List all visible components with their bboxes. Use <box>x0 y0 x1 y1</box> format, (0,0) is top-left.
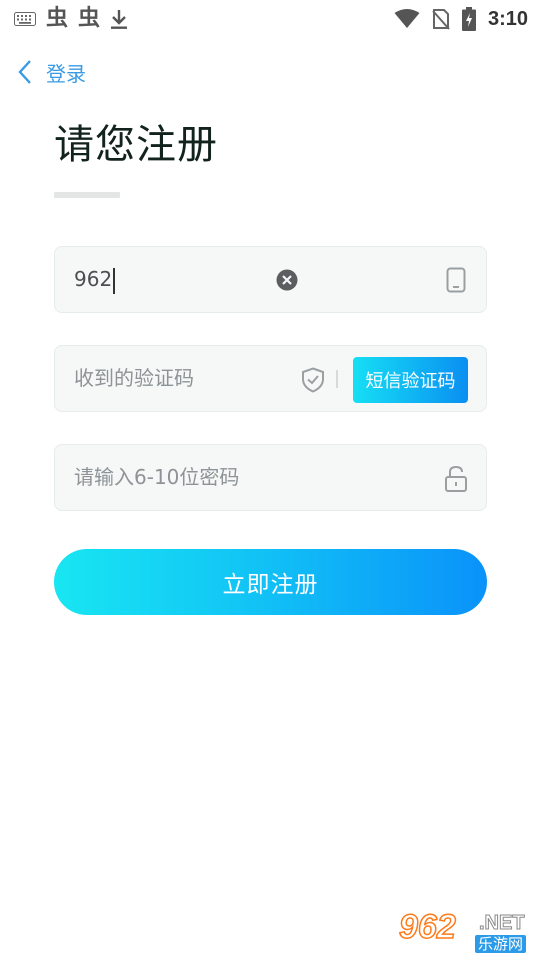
chevron-left-icon <box>18 59 32 85</box>
register-button[interactable]: 立即注册 <box>54 549 487 615</box>
keyboard-icon <box>14 12 36 26</box>
status-bar: 虫 虫 3:10 <box>0 0 540 38</box>
title-underline <box>54 192 120 198</box>
verification-code-field[interactable]: 收到的验证码 短信验证码 <box>54 345 487 412</box>
text-caret <box>113 267 116 294</box>
watermark-suffix: .NET <box>479 912 526 935</box>
wifi-icon <box>394 9 420 29</box>
no-sim-icon <box>432 8 450 30</box>
send-sms-code-button[interactable]: 短信验证码 <box>353 357 468 403</box>
download-icon <box>110 8 128 30</box>
app-notification-icon: 虫 <box>78 6 101 31</box>
page-title: 请您注册 <box>54 122 218 168</box>
password-field[interactable]: 请输入6-10位密码 <box>54 444 487 511</box>
status-time: 3:10 <box>487 7 528 30</box>
back-label: 登录 <box>46 61 86 86</box>
phone-field[interactable]: 962 <box>54 246 487 313</box>
shield-check-icon <box>301 367 325 393</box>
phone-value: 962 <box>74 267 113 291</box>
back-button[interactable]: 登录 <box>18 56 86 88</box>
watermark-number: 962 <box>398 907 456 947</box>
watermark-cn-text: 乐游网 <box>475 935 527 953</box>
password-placeholder: 请输入6-10位密码 <box>74 465 240 489</box>
battery-charging-icon <box>461 7 476 31</box>
code-placeholder: 收到的验证码 <box>74 366 194 390</box>
lock-icon <box>444 465 468 493</box>
phone-icon <box>446 267 466 293</box>
app-notification-icon: 虫 <box>46 6 69 31</box>
clear-icon[interactable] <box>276 269 298 291</box>
site-watermark-logo: 962 .NET 乐游网 <box>398 907 533 954</box>
divider <box>336 370 338 388</box>
phone-value-wrap: 962 <box>74 247 116 312</box>
